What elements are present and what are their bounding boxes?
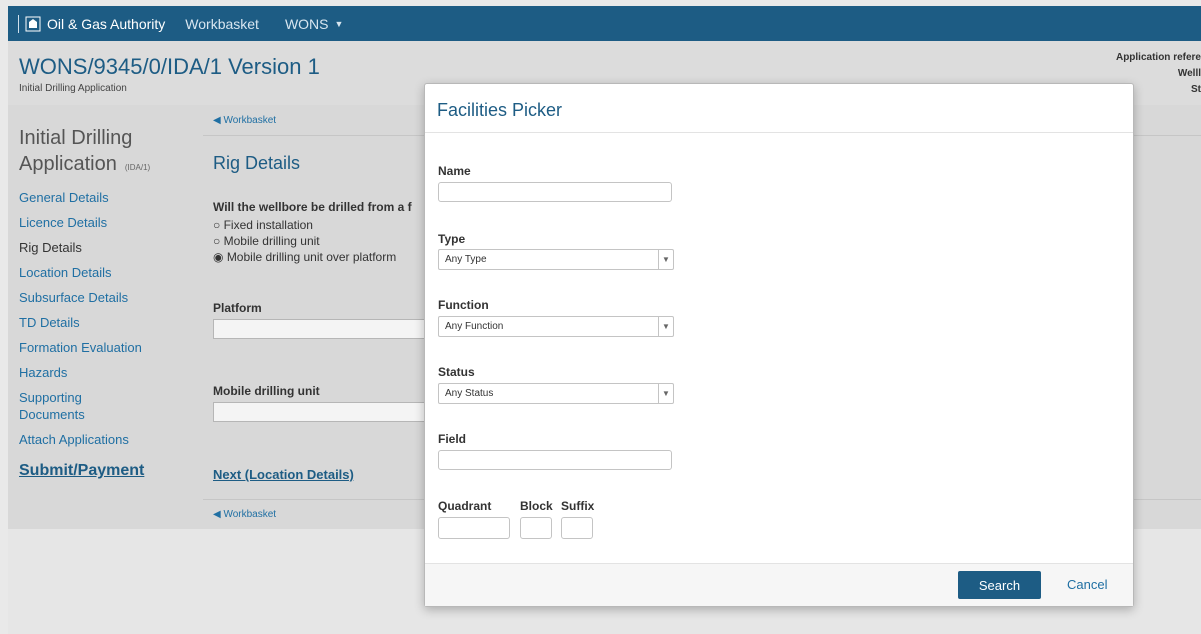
nav-workbasket[interactable]: Workbasket (185, 16, 259, 32)
status-selected: Any Status (445, 388, 494, 399)
type-label: Type (438, 232, 466, 246)
meta-line: Welll (1177, 68, 1201, 79)
function-selected: Any Function (445, 321, 504, 332)
radio-fixed-installation[interactable]: ○ Fixed installation (213, 218, 313, 232)
mdu-field[interactable] (213, 402, 435, 422)
divider (425, 132, 1133, 133)
type-select[interactable]: Any Type ▼ (438, 249, 674, 270)
breadcrumb-top[interactable]: ◀ Workbasket (213, 115, 276, 126)
sidebar-item-supporting-documents[interactable]: Supporting Documents (19, 389, 129, 423)
sidebar-heading: Initial Drilling Application (IDA/1) (19, 125, 199, 181)
page-subtitle: Initial Drilling Application (19, 83, 127, 94)
name-label: Name (438, 164, 471, 178)
sidebar-item-general-details[interactable]: General Details (19, 189, 199, 206)
page-title: WONS/9345/0/IDA/1 Version 1 (19, 54, 320, 79)
field-label: Field (438, 432, 467, 446)
status-select[interactable]: Any Status ▼ (438, 383, 674, 404)
drill-question: Will the wellbore be drilled from a f (213, 200, 412, 214)
caret-down-icon: ▼ (334, 18, 344, 29)
breadcrumb-bottom[interactable]: ◀ Workbasket (213, 509, 276, 520)
radio-label: Fixed installation (223, 218, 313, 232)
suffix-input[interactable] (561, 517, 593, 539)
sidebar-heading-line: Initial Drilling (19, 127, 133, 149)
status-label: Status (438, 365, 475, 379)
platform-label: Platform (213, 301, 262, 315)
meta-line: Application refere (1115, 52, 1201, 63)
cancel-link[interactable]: Cancel (1067, 577, 1107, 592)
breadcrumb-label: Workbasket (223, 509, 277, 520)
divider (18, 14, 19, 33)
breadcrumb-label: Workbasket (223, 115, 277, 126)
sidebar-item-formation-evaluation[interactable]: Formation Evaluation (19, 339, 199, 356)
sidebar-item-licence-details[interactable]: Licence Details (19, 214, 199, 231)
sidebar: Initial Drilling Application (IDA/1) Gene… (19, 125, 199, 480)
nav-wons-menu[interactable]: WONS ▼ (285, 16, 343, 32)
search-button[interactable]: Search (958, 571, 1041, 599)
quadrant-input[interactable] (438, 517, 510, 539)
sidebar-item-td-details[interactable]: TD Details (19, 314, 199, 331)
top-nav-bar: Oil & Gas Authority Workbasket WONS ▼ (8, 6, 1201, 41)
radio-mdu-over-platform[interactable]: ◉ Mobile drilling unit over platform (213, 250, 396, 264)
sidebar-heading-suffix: (IDA/1) (124, 163, 151, 172)
dialog-title: Facilities Picker (437, 100, 563, 120)
brand-name: Oil & Gas Authority (47, 15, 166, 32)
block-input[interactable] (520, 517, 552, 539)
sidebar-item-location-details[interactable]: Location Details (19, 264, 199, 281)
function-label: Function (438, 298, 489, 312)
radio-label: Mobile drilling unit (223, 234, 320, 248)
sidebar-heading-line: Application (19, 153, 117, 175)
name-input[interactable] (438, 182, 672, 202)
type-selected: Any Type (445, 254, 487, 265)
crest-icon (25, 16, 41, 31)
chevron-down-icon: ▼ (658, 317, 673, 336)
facilities-picker-dialog: Facilities Picker Name Type Any Type ▼ F… (424, 83, 1134, 607)
chevron-down-icon: ▼ (658, 250, 673, 269)
radio-mobile-drilling-unit[interactable]: ○ Mobile drilling unit (213, 234, 320, 248)
quadrant-label: Quadrant (438, 499, 492, 513)
suffix-label: Suffix (561, 499, 595, 513)
sidebar-item-attach-applications[interactable]: Attach Applications (19, 431, 199, 448)
sidebar-item-hazards[interactable]: Hazards (19, 364, 199, 381)
mdu-label: Mobile drilling unit (213, 384, 320, 398)
block-label: Block (520, 499, 553, 513)
radio-label: Mobile drilling unit over platform (226, 250, 397, 264)
divider (425, 563, 1133, 564)
brand[interactable]: Oil & Gas Authority (8, 14, 166, 33)
nav-wons-label: WONS (284, 15, 329, 32)
sidebar-item-rig-details[interactable]: Rig Details (19, 239, 199, 256)
next-location-details-link[interactable]: Next (Location Details) (213, 467, 354, 482)
field-input[interactable] (438, 450, 672, 470)
function-select[interactable]: Any Function ▼ (438, 316, 674, 337)
submit-payment-link[interactable]: Submit/Payment (19, 462, 199, 480)
platform-field[interactable] (213, 319, 435, 339)
section-title: Rig Details (213, 153, 301, 173)
sidebar-item-subsurface-details[interactable]: Subsurface Details (19, 289, 199, 306)
chevron-down-icon: ▼ (658, 384, 673, 403)
